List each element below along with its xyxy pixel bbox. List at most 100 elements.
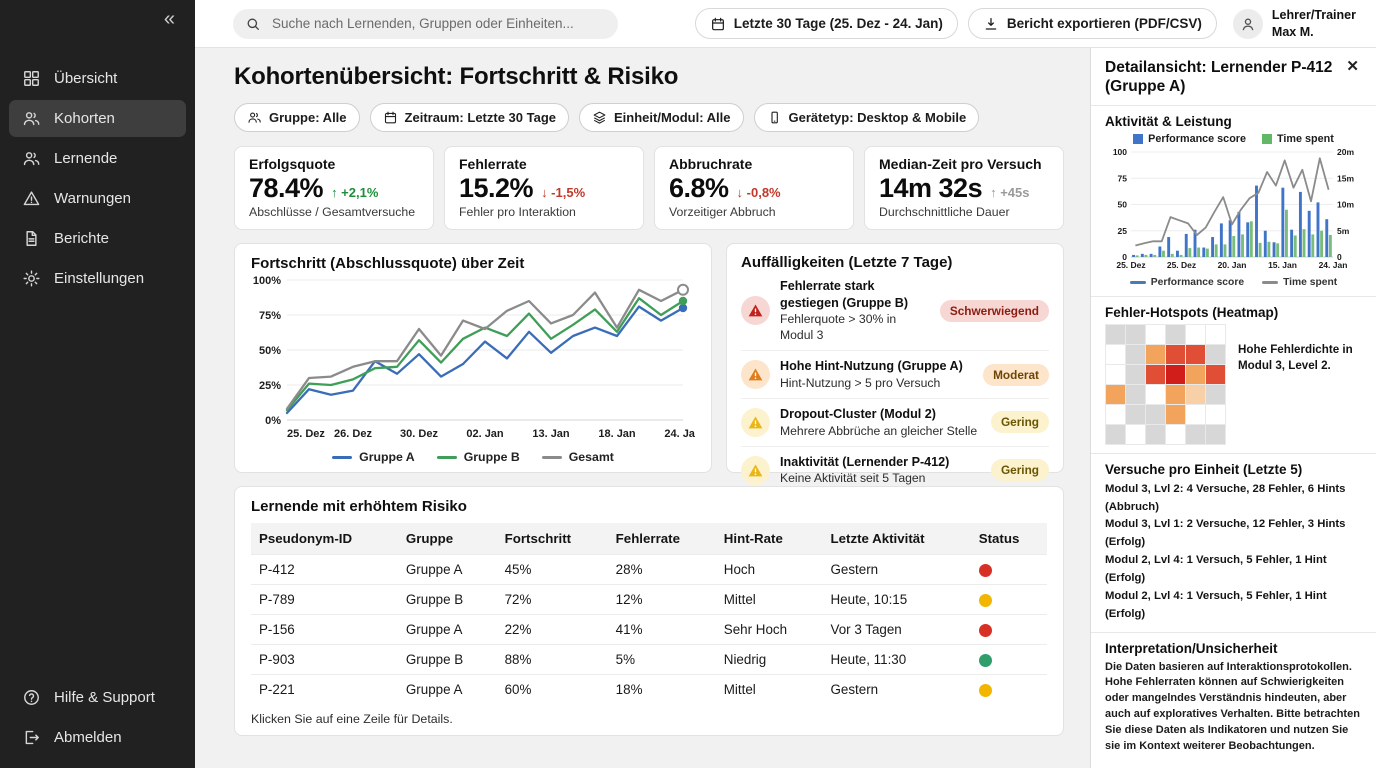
sidebar-item-kohorten[interactable]: Kohorten	[9, 100, 186, 137]
activity-legend-item-time-spent: Time spent	[1262, 277, 1337, 288]
table-cell-status	[971, 615, 1047, 645]
kpi-value-row: 6.8%↓ -0,8%	[669, 173, 839, 204]
heatmap-cell	[1166, 425, 1185, 444]
legend-marker	[332, 456, 352, 459]
legend-marker	[542, 456, 562, 459]
alert-item-fehlerrate-stark-gestiegen-gruppe-b[interactable]: Fehlerrate stark gestiegen (Gruppe B)Feh…	[741, 271, 1049, 350]
column-header-letzte-aktivitaet: Letzte Aktivität	[823, 523, 971, 555]
alerts-list: Fehlerrate stark gestiegen (Gruppe B)Feh…	[741, 271, 1049, 494]
kpi-trend: ↑ +2,1%	[331, 185, 378, 200]
sidebar-item-label: Kohorten	[54, 110, 115, 127]
interpretation-section-title: Interpretation/Unsicherheit	[1105, 641, 1362, 656]
alert-item-dropout-cluster-modul-2[interactable]: Dropout-Cluster (Modul 2)Mehrere Abbrüch…	[741, 398, 1049, 446]
legend-label: Gruppe B	[464, 450, 520, 464]
legend-label: Time spent	[1283, 277, 1337, 288]
heatmap-cell	[1206, 425, 1225, 444]
filter-chip-gruppe[interactable]: Gruppe: Alle	[234, 103, 360, 132]
activity-legend-top: Performance scoreTime spent	[1105, 133, 1362, 145]
heatmap-cell	[1186, 345, 1205, 364]
kpi-value-row: 78.4%↑ +2,1%	[249, 173, 419, 204]
alert-item-hohe-hint-nutzung-gruppe-a[interactable]: Hohe Hint-Nutzung (Gruppe A)Hint-Nutzung…	[741, 350, 1049, 398]
user-menu[interactable]: Lehrer/Trainer Max M.	[1233, 7, 1356, 40]
gear-icon	[22, 269, 41, 288]
table-cell: P-156	[251, 615, 398, 645]
filter-chip-zeitraum[interactable]: Zeitraum: Letzte 30 Tage	[370, 103, 569, 132]
heatmap-cell	[1126, 385, 1145, 404]
filter-chip-geraetetyp[interactable]: Gerätetyp: Desktop & Mobile	[754, 103, 980, 132]
status-dot-yellow	[979, 594, 992, 607]
export-report-label: Bericht exportieren (PDF/CSV)	[1007, 16, 1202, 31]
heatmap-cell	[1106, 405, 1125, 424]
alert-description: Hint-Nutzung > 5 pro Versuch	[780, 375, 973, 391]
heatmap-cell	[1146, 425, 1165, 444]
search-input[interactable]	[270, 15, 606, 32]
calendar-icon	[710, 16, 726, 32]
table-cell: 18%	[608, 675, 716, 705]
heatmap-cell	[1166, 365, 1185, 384]
date-range-label: Letzte 30 Tage (25. Dez - 24. Jan)	[734, 16, 943, 31]
column-header-hint-rate: Hint-Rate	[716, 523, 823, 555]
filter-chip-label: Zeitraum: Letzte 30 Tage	[405, 110, 556, 125]
kpi-trend: ↑ +45s	[990, 185, 1029, 200]
heatmap-cell	[1126, 405, 1145, 424]
divider	[1091, 632, 1376, 633]
attempt-item: Modul 3, Lvl 2: 4 Versuche, 28 Fehler, 6…	[1105, 481, 1362, 517]
table-row-p-156[interactable]: P-156Gruppe A22%41%Sehr HochVor 3 Tagen	[251, 615, 1047, 645]
legend-label: Performance score	[1148, 133, 1246, 145]
export-report-button[interactable]: Bericht exportieren (PDF/CSV)	[968, 8, 1217, 39]
column-header-gruppe: Gruppe	[398, 523, 497, 555]
sidebar-footer: Hilfe & SupportAbmelden	[0, 679, 195, 756]
status-dot-green	[979, 654, 992, 667]
kpi-subtitle: Abschlüsse / Gesamtversuche	[249, 205, 419, 219]
sidebar-item-abmelden[interactable]: Abmelden	[9, 719, 186, 756]
heatmap-cell	[1106, 425, 1125, 444]
activity-section-title: Aktivität & Leistung	[1105, 114, 1362, 129]
kpi-trend: ↓ -0,8%	[737, 185, 781, 200]
svg-text:20m: 20m	[1337, 147, 1354, 157]
interpretation-text: Die Daten basieren auf Interaktionsproto…	[1105, 660, 1362, 755]
table-cell-status	[971, 555, 1047, 585]
sidebar-item-uebersicht[interactable]: Übersicht	[9, 60, 186, 97]
kpi-value: 15.2%	[459, 173, 533, 204]
download-icon	[983, 16, 999, 32]
heatmap-cell	[1126, 365, 1145, 384]
attempt-item: Modul 2, Lvl 4: 1 Versuch, 5 Fehler, 1 H…	[1105, 588, 1362, 624]
table-cell: P-789	[251, 585, 398, 615]
alert-item-inaktivitaet-lernender-p-412[interactable]: Inaktivität (Lernender P-412)Keine Aktiv…	[741, 446, 1049, 494]
heatmap-cell	[1186, 365, 1205, 384]
legend-square	[1133, 134, 1143, 144]
collapse-sidebar-button[interactable]: «	[158, 8, 181, 30]
table-row-p-221[interactable]: P-221Gruppe A60%18%MittelGestern	[251, 675, 1047, 705]
search-box[interactable]	[233, 9, 618, 39]
sidebar-item-hilfe-und-support[interactable]: Hilfe & Support	[9, 679, 186, 716]
sidebar-item-lernende[interactable]: Lernende	[9, 140, 186, 177]
risk-table: Pseudonym-IDGruppeFortschrittFehlerrateH…	[251, 523, 1047, 704]
sidebar-item-berichte[interactable]: Berichte	[9, 220, 186, 257]
date-range-button[interactable]: Letzte 30 Tage (25. Dez - 24. Jan)	[695, 8, 958, 39]
legend-label: Gesamt	[569, 450, 614, 464]
activity-chart: 00255m5010m7515m10020m25. Dez25. Dez20. …	[1105, 146, 1361, 272]
risk-table-title: Lernende mit erhöhtem Risiko	[251, 498, 1047, 515]
table-cell: 45%	[497, 555, 608, 585]
sidebar-item-einstellungen[interactable]: Einstellungen	[9, 260, 186, 297]
heatmap-cell	[1186, 425, 1205, 444]
sidebar-item-warnungen[interactable]: Warnungen	[9, 180, 186, 217]
table-row-p-412[interactable]: P-412Gruppe A45%28%HochGestern	[251, 555, 1047, 585]
heatmap-cell	[1126, 345, 1145, 364]
heatmap-cell	[1106, 385, 1125, 404]
alert-warning-icon	[741, 408, 770, 437]
table-cell: Gruppe B	[398, 645, 497, 675]
table-row-p-903[interactable]: P-903Gruppe B88%5%NiedrigHeute, 11:30	[251, 645, 1047, 675]
activity-legend-item-performance-score: Performance score	[1130, 277, 1244, 288]
help-icon	[22, 688, 41, 707]
status-dot-red	[979, 564, 992, 577]
filter-chip-einheit-modul[interactable]: Einheit/Modul: Alle	[579, 103, 744, 132]
close-icon[interactable]: ✕	[1343, 58, 1362, 75]
kpi-subtitle: Durchschnittliche Dauer	[879, 205, 1049, 219]
table-row-p-789[interactable]: P-789Gruppe B72%12%MittelHeute, 10:15	[251, 585, 1047, 615]
svg-text:100: 100	[1113, 147, 1127, 157]
avatar	[1233, 9, 1263, 39]
alert-title: Inaktivität (Lernender P-412)	[780, 454, 981, 471]
sidebar: « Übersicht Kohorten LernendeWarnungenBeri…	[0, 0, 195, 768]
filter-bar: Gruppe: Alle Zeitraum: Letzte 30 Tage Einh…	[234, 103, 1064, 132]
